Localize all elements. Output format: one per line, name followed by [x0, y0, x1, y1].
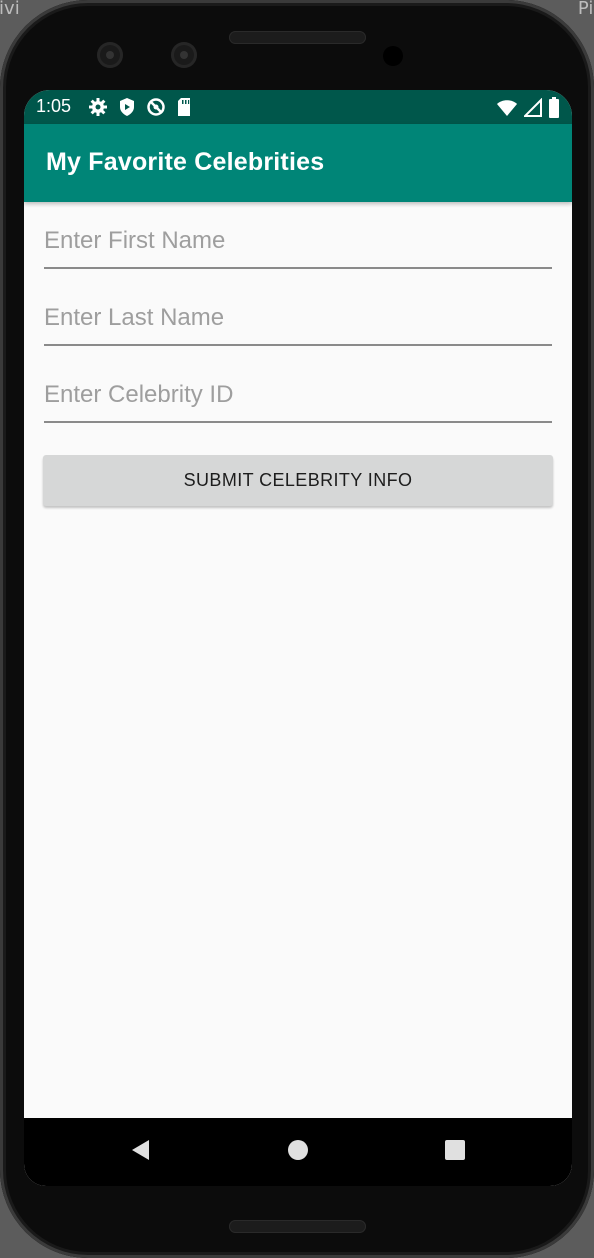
battery-icon	[548, 97, 560, 124]
bottom-speaker	[229, 1220, 366, 1233]
top-speaker	[229, 31, 366, 44]
wifi-icon	[496, 98, 518, 123]
front-camera-left	[97, 42, 123, 68]
phone-frame: 1:05 My Favorite Celebrities Enter First…	[0, 0, 594, 1258]
last-name-field[interactable]	[44, 298, 552, 346]
sd-card-icon	[176, 97, 192, 122]
celebrity-id-field[interactable]	[44, 375, 552, 423]
status-time: 1:05	[36, 96, 72, 116]
home-icon	[286, 1138, 310, 1166]
first-name-field[interactable]	[44, 221, 552, 269]
nav-home-button[interactable]	[258, 1118, 338, 1186]
page-title: My Favorite Celebrities	[46, 148, 325, 176]
celebrity-id-input[interactable]	[44, 375, 552, 423]
app-bar: My Favorite Celebrities	[24, 124, 572, 202]
background-window-text-left: tivi	[0, 0, 20, 19]
cell-signal-icon	[522, 97, 542, 123]
status-right-icons	[496, 97, 560, 124]
first-name-input[interactable]	[44, 221, 552, 269]
back-icon	[129, 1138, 151, 1166]
recent-apps-icon	[443, 1138, 467, 1166]
nav-recent-apps-button[interactable]	[415, 1118, 495, 1186]
navigation-bar	[24, 1118, 572, 1186]
last-name-input[interactable]	[44, 298, 552, 346]
shield-play-icon	[118, 97, 136, 122]
status-left-icons	[88, 97, 192, 122]
gear-icon	[88, 97, 108, 122]
no-disturb-icon	[146, 97, 166, 122]
phone-screen: 1:05 My Favorite Celebrities Enter First…	[24, 90, 572, 1186]
status-bar: 1:05	[24, 90, 572, 124]
nav-back-button[interactable]	[100, 1118, 180, 1186]
submit-celebrity-button[interactable]: SUBMIT CELEBRITY INFO	[43, 455, 553, 506]
front-camera-right	[171, 42, 197, 68]
background-window-text-right: Pix	[577, 0, 594, 19]
proximity-sensor	[383, 46, 403, 66]
